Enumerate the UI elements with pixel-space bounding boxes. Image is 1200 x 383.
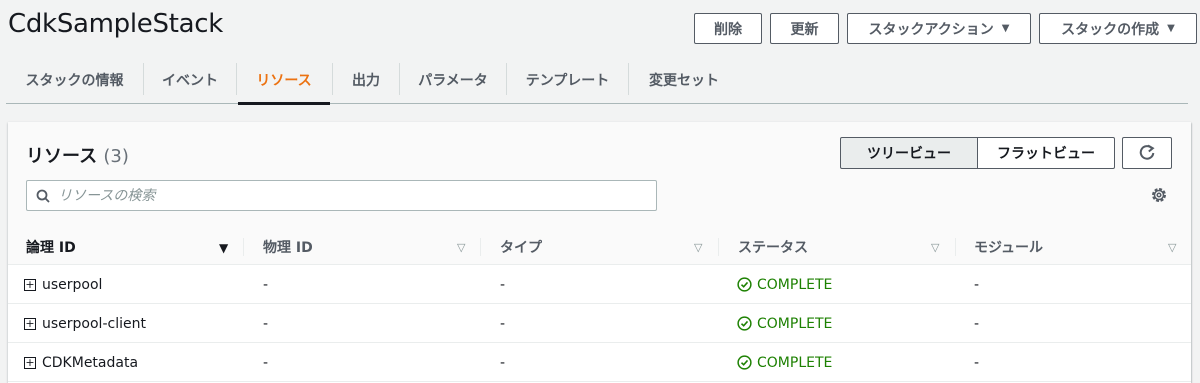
tab-label: パラメータ (418, 73, 488, 89)
tab-label: イベント (162, 73, 218, 89)
column-divider[interactable] (718, 238, 719, 256)
flat-view-label: フラットビュー (997, 146, 1095, 162)
column-label: 論理 ID (26, 240, 76, 256)
page-header: CdkSampleStack 削除 更新 スタックアクション ▼ スタックの作成… (0, 0, 1200, 56)
column-header-logical-id[interactable]: 論理 ID (26, 229, 76, 265)
plus-square-icon[interactable]: + (24, 317, 36, 330)
column-divider[interactable] (955, 238, 956, 256)
physical-id-cell: - (263, 354, 269, 371)
tree-view-button[interactable]: ツリービュー (840, 137, 978, 169)
sort-icon[interactable]: ▽ (931, 241, 939, 254)
status-cell: COMPLETE (737, 304, 832, 343)
logical-id-cell: + userpool-client (24, 304, 146, 343)
status-text: COMPLETE (757, 354, 833, 371)
column-divider[interactable] (243, 238, 244, 256)
tab-outputs[interactable]: 出力 (333, 56, 399, 104)
resources-title-text: リソース (26, 146, 98, 167)
table-row: + userpool-client - - COMPLETE - (8, 304, 1191, 343)
stack-tabs: スタックの情報 イベント リソース 出力 パラメータ テンプレート 変更セット (6, 56, 1188, 105)
column-label: 物理 ID (263, 240, 313, 256)
tab-change-sets[interactable]: 変更セット (629, 56, 739, 104)
physical-id-cell: - (263, 315, 269, 332)
sort-icon[interactable]: ▽ (694, 241, 702, 254)
type-cell: - (500, 354, 506, 371)
plus-square-icon[interactable]: + (24, 278, 36, 291)
status-text: COMPLETE (757, 276, 833, 293)
tab-label: スタックの情報 (25, 73, 124, 89)
sort-icon[interactable]: ▽ (457, 241, 465, 254)
stack-actions-label: スタックアクション (868, 21, 994, 38)
logical-id: userpool-client (42, 315, 146, 332)
tab-events[interactable]: イベント (144, 56, 236, 104)
update-button-label: 更新 (790, 21, 819, 38)
resources-panel: リソース (3) ツリービュー フラットビュー 論理 ID ▼ 物理 ID ▽ … (8, 122, 1191, 383)
tree-view-label: ツリービュー (867, 146, 951, 162)
tab-label: 出力 (352, 73, 380, 89)
caret-down-icon: ▼ (1167, 23, 1175, 34)
caret-down-icon: ▼ (1001, 23, 1010, 34)
delete-button-label: 削除 (714, 21, 742, 38)
resource-search (26, 180, 657, 211)
column-label: ステータス (738, 240, 808, 256)
column-header-physical-id[interactable]: 物理 ID (263, 229, 313, 265)
module-cell: - (974, 354, 980, 371)
tab-label: リソース (256, 73, 312, 89)
tab-label: テンプレート (525, 73, 610, 89)
table-header: 論理 ID ▼ 物理 ID ▽ タイプ ▽ ステータス ▽ モジュール ▽ (8, 229, 1191, 265)
page-title: CdkSampleStack (8, 9, 223, 39)
status-cell: COMPLETE (737, 265, 832, 304)
sort-icon[interactable]: ▽ (1168, 241, 1176, 254)
plus-square-icon[interactable]: + (24, 356, 36, 369)
logical-id: CDKMetadata (42, 354, 139, 371)
logical-id-cell: + userpool (24, 265, 102, 304)
resources-panel-header: リソース (3) ツリービュー フラットビュー (8, 122, 1191, 229)
check-circle-icon (737, 316, 752, 331)
column-divider[interactable] (480, 238, 481, 256)
type-cell: - (500, 315, 506, 332)
update-button[interactable]: 更新 (770, 13, 839, 44)
refresh-button[interactable] (1122, 137, 1172, 169)
search-icon (36, 189, 50, 203)
tab-stack-info[interactable]: スタックの情報 (6, 56, 143, 104)
column-header-module[interactable]: モジュール (974, 229, 1043, 265)
stack-actions-button[interactable]: スタックアクション ▼ (847, 13, 1031, 44)
column-header-type[interactable]: タイプ (500, 229, 542, 265)
tab-resources[interactable]: リソース (238, 56, 330, 105)
delete-button[interactable]: 削除 (694, 13, 762, 44)
module-cell: - (974, 315, 980, 332)
flat-view-button[interactable]: フラットビュー (977, 137, 1115, 169)
check-circle-icon (737, 355, 752, 370)
tab-divider (236, 63, 237, 95)
physical-id-cell: - (263, 276, 269, 293)
type-cell: - (500, 276, 506, 293)
logical-id-cell: + CDKMetadata (24, 343, 138, 382)
resources-count: (3) (103, 146, 129, 167)
tab-parameters[interactable]: パラメータ (400, 56, 506, 104)
tab-template[interactable]: テンプレート (507, 56, 628, 104)
column-label: モジュール (974, 240, 1044, 256)
module-cell: - (974, 276, 980, 293)
status-text: COMPLETE (757, 315, 833, 332)
check-circle-icon (737, 277, 752, 292)
tab-label: 変更セット (649, 73, 719, 89)
create-stack-button[interactable]: スタックの作成 ▼ (1039, 13, 1197, 44)
create-stack-label: スタックの作成 (1061, 21, 1160, 38)
search-input[interactable] (58, 187, 638, 204)
table-row: + CDKMetadata - - COMPLETE - (8, 343, 1191, 382)
sort-descending-icon[interactable]: ▼ (219, 241, 228, 255)
status-cell: COMPLETE (737, 343, 832, 382)
column-header-status[interactable]: ステータス (738, 229, 808, 265)
column-label: タイプ (500, 240, 542, 256)
resources-title: リソース (3) (26, 142, 129, 168)
refresh-icon (1139, 144, 1155, 160)
gear-icon[interactable] (1149, 185, 1169, 205)
logical-id: userpool (42, 276, 103, 293)
table-row: + userpool - - COMPLETE - (8, 265, 1191, 304)
